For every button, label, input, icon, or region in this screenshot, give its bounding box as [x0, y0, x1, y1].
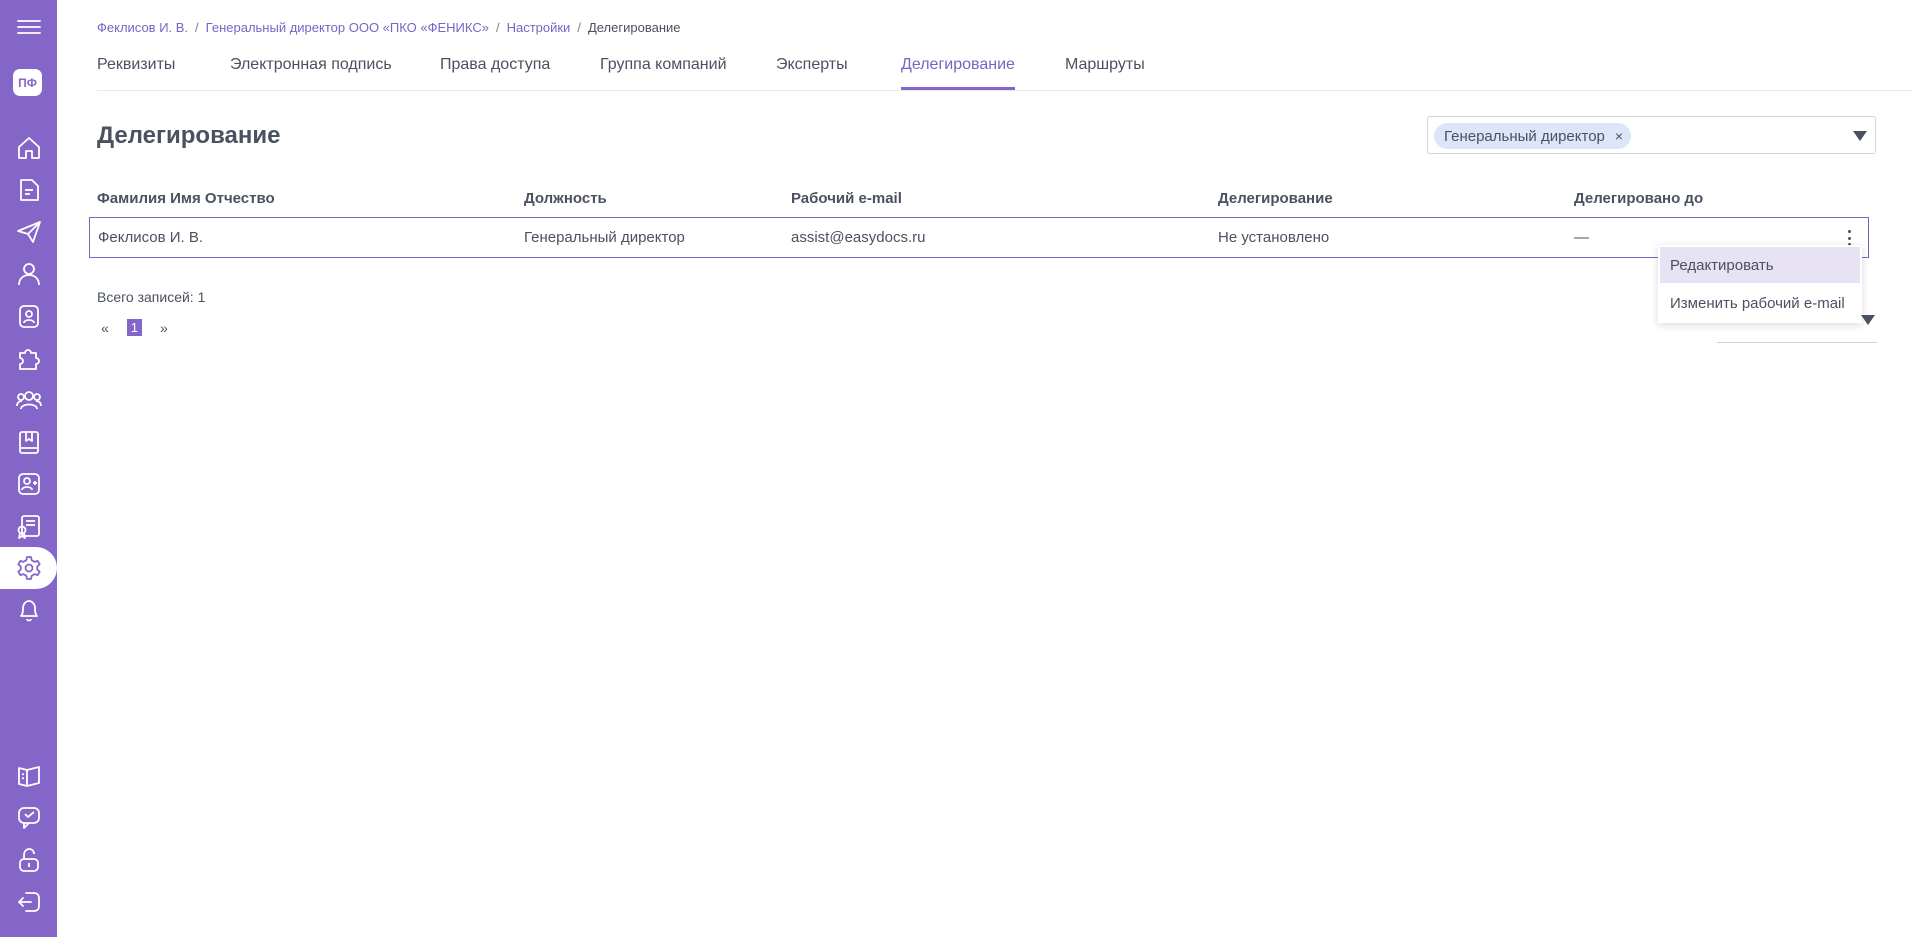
contact-card-icon[interactable] [0, 295, 57, 337]
tab-experts[interactable]: Эксперты [776, 56, 848, 89]
page-title: Делегирование [97, 122, 281, 149]
filter-chip-label: Генеральный директор [1444, 127, 1605, 145]
tab-routes[interactable]: Маршруты [1065, 56, 1145, 89]
breadcrumb: Феклисов И. В. / Генеральный директор ООО … [97, 20, 681, 35]
group-icon[interactable] [0, 379, 57, 421]
breadcrumb-separator: / [495, 20, 500, 35]
chevron-down-icon[interactable] [1853, 131, 1867, 141]
gear-icon[interactable] [0, 547, 57, 589]
column-header-delegated-until[interactable]: Делегировано до [1574, 190, 1703, 207]
tab-company-group[interactable]: Группа компаний [600, 56, 727, 89]
user-icon[interactable] [0, 253, 57, 295]
avatar[interactable]: ПФ [13, 69, 42, 96]
table-row[interactable] [89, 217, 1869, 258]
send-icon[interactable] [0, 211, 57, 253]
book-icon[interactable] [0, 421, 57, 463]
pagination-page-current[interactable]: 1 [126, 319, 143, 336]
tab-access-rights[interactable]: Права доступа [440, 56, 550, 89]
chevron-down-icon[interactable] [1861, 315, 1875, 325]
support-icon[interactable] [0, 797, 57, 839]
home-icon[interactable] [0, 127, 57, 169]
contact-add-icon[interactable] [0, 463, 57, 505]
breadcrumb-item-organization[interactable]: Генеральный директор ООО «ПКО «ФЕНИКС» [206, 20, 489, 35]
certificate-icon[interactable] [0, 505, 57, 547]
tab-bar: Реквизиты Электронная подпись Права дост… [97, 56, 1912, 91]
pagination-next[interactable]: » [160, 320, 168, 336]
tab-electronic-signature[interactable]: Электронная подпись [230, 56, 392, 89]
puzzle-icon[interactable] [0, 337, 57, 379]
chip-remove-icon[interactable]: × [1615, 128, 1623, 144]
menu-item-edit[interactable]: Редактировать [1660, 247, 1860, 283]
breadcrumb-item-settings[interactable]: Настройки [507, 20, 571, 35]
logout-icon[interactable] [0, 881, 57, 923]
tab-delegation[interactable]: Делегирование [901, 56, 1015, 90]
cell-delegation: Не установлено [1218, 229, 1330, 246]
total-records: Всего записей: 1 [97, 289, 206, 305]
filter-chip: Генеральный директор × [1434, 123, 1632, 149]
page-size-select[interactable] [1717, 312, 1877, 343]
cell-full-name: Феклисов И. В. [98, 229, 204, 246]
column-header-delegation[interactable]: Делегирование [1218, 190, 1333, 207]
pagination-prev[interactable]: « [101, 320, 109, 336]
cell-position: Генеральный директор [524, 229, 685, 246]
position-filter-select[interactable]: Генеральный директор × [1427, 116, 1876, 154]
pagination: « 1 » [97, 319, 174, 336]
column-header-position[interactable]: Должность [524, 190, 607, 207]
breadcrumb-separator: / [195, 20, 199, 35]
column-header-full-name[interactable]: Фамилия Имя Отчество [97, 190, 275, 207]
open-book-icon[interactable] [0, 755, 57, 797]
menu-icon[interactable] [0, 6, 57, 48]
cell-work-email: assist@easydocs.ru [791, 229, 926, 246]
column-header-work-email[interactable]: Рабочий e-mail [791, 190, 902, 207]
breadcrumb-current: Делегирование [587, 20, 681, 35]
breadcrumb-separator: / [577, 20, 581, 35]
tab-requisites[interactable]: Реквизиты [97, 56, 175, 89]
unlock-icon[interactable] [0, 839, 57, 881]
document-icon[interactable] [0, 169, 57, 211]
cell-delegated-until: — [1574, 229, 1589, 246]
breadcrumb-item-user[interactable]: Феклисов И. В. [97, 20, 188, 35]
row-actions-icon[interactable] [1845, 230, 1853, 246]
sidebar: ПФ [0, 0, 57, 937]
bell-icon[interactable] [0, 589, 57, 631]
